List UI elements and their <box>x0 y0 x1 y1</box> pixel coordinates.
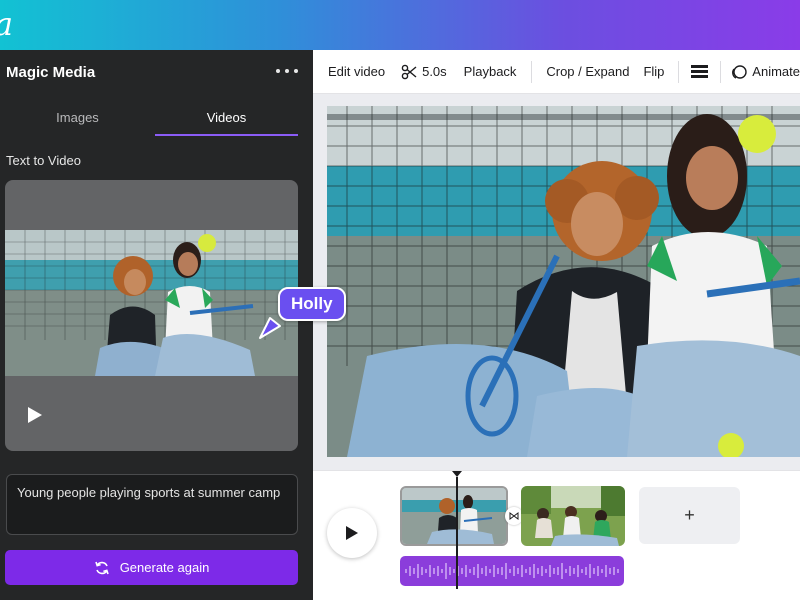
edit-video-button[interactable]: Edit video <box>328 64 385 79</box>
main-video-frame[interactable] <box>327 106 800 457</box>
trim-button[interactable]: 5.0s <box>401 64 447 80</box>
toolbar-divider <box>720 60 722 83</box>
flip-label: Flip <box>643 64 665 79</box>
video-timeline: + <box>313 470 800 600</box>
playhead-line[interactable] <box>456 477 458 589</box>
timeline-play-button[interactable] <box>327 508 377 558</box>
more-options-icon[interactable] <box>276 60 298 82</box>
duration-label: 5.0s <box>422 64 447 79</box>
playback-label: Playback <box>463 64 517 79</box>
section-label: Text to Video <box>6 153 81 168</box>
panel-title: Magic Media <box>6 64 96 81</box>
toolbar-divider <box>531 60 533 83</box>
add-clip-button[interactable]: + <box>639 487 740 544</box>
playback-button[interactable]: Playback <box>464 64 517 79</box>
refresh-icon <box>94 561 109 574</box>
collaborator-cursor-icon <box>259 317 281 339</box>
crop-expand-button[interactable]: Crop / Expand <box>546 64 629 79</box>
flip-button[interactable]: Flip <box>643 64 664 79</box>
prompt-input[interactable]: Young people playing sports at summer ca… <box>6 474 298 535</box>
timeline-clip-2[interactable] <box>521 486 625 546</box>
top-bar: a <box>0 0 800 50</box>
crop-expand-label: Crop / Expand <box>546 64 630 79</box>
tab-images[interactable]: Images <box>0 100 155 136</box>
audio-track[interactable] <box>400 556 624 586</box>
animate-label: Animate <box>752 64 800 79</box>
animate-icon <box>732 64 747 79</box>
editor-toolbar: Edit video 5.0s Playback Crop / Expand F… <box>313 50 800 94</box>
position-button[interactable] <box>691 64 709 79</box>
tab-videos[interactable]: Videos <box>155 100 298 136</box>
animate-button[interactable]: Animate <box>731 64 800 80</box>
generated-video-card[interactable] <box>5 180 298 451</box>
preview-play-icon[interactable] <box>27 406 43 424</box>
timeline-clip-1[interactable] <box>400 486 508 546</box>
scissors-icon <box>401 64 417 79</box>
generate-again-button[interactable]: Generate again <box>5 550 298 585</box>
canva-logo[interactable]: a <box>0 6 13 42</box>
media-tabs: Images Videos <box>0 100 313 138</box>
collaborator-name-tag: Holly <box>278 287 346 321</box>
toolbar-divider <box>678 60 680 83</box>
generate-again-label: Generate again <box>119 560 210 575</box>
generated-video-thumbnail <box>5 230 298 376</box>
edit-video-label: Edit video <box>328 64 386 79</box>
layers-icon <box>691 65 709 78</box>
play-icon <box>346 526 358 540</box>
design-canvas <box>313 94 800 470</box>
